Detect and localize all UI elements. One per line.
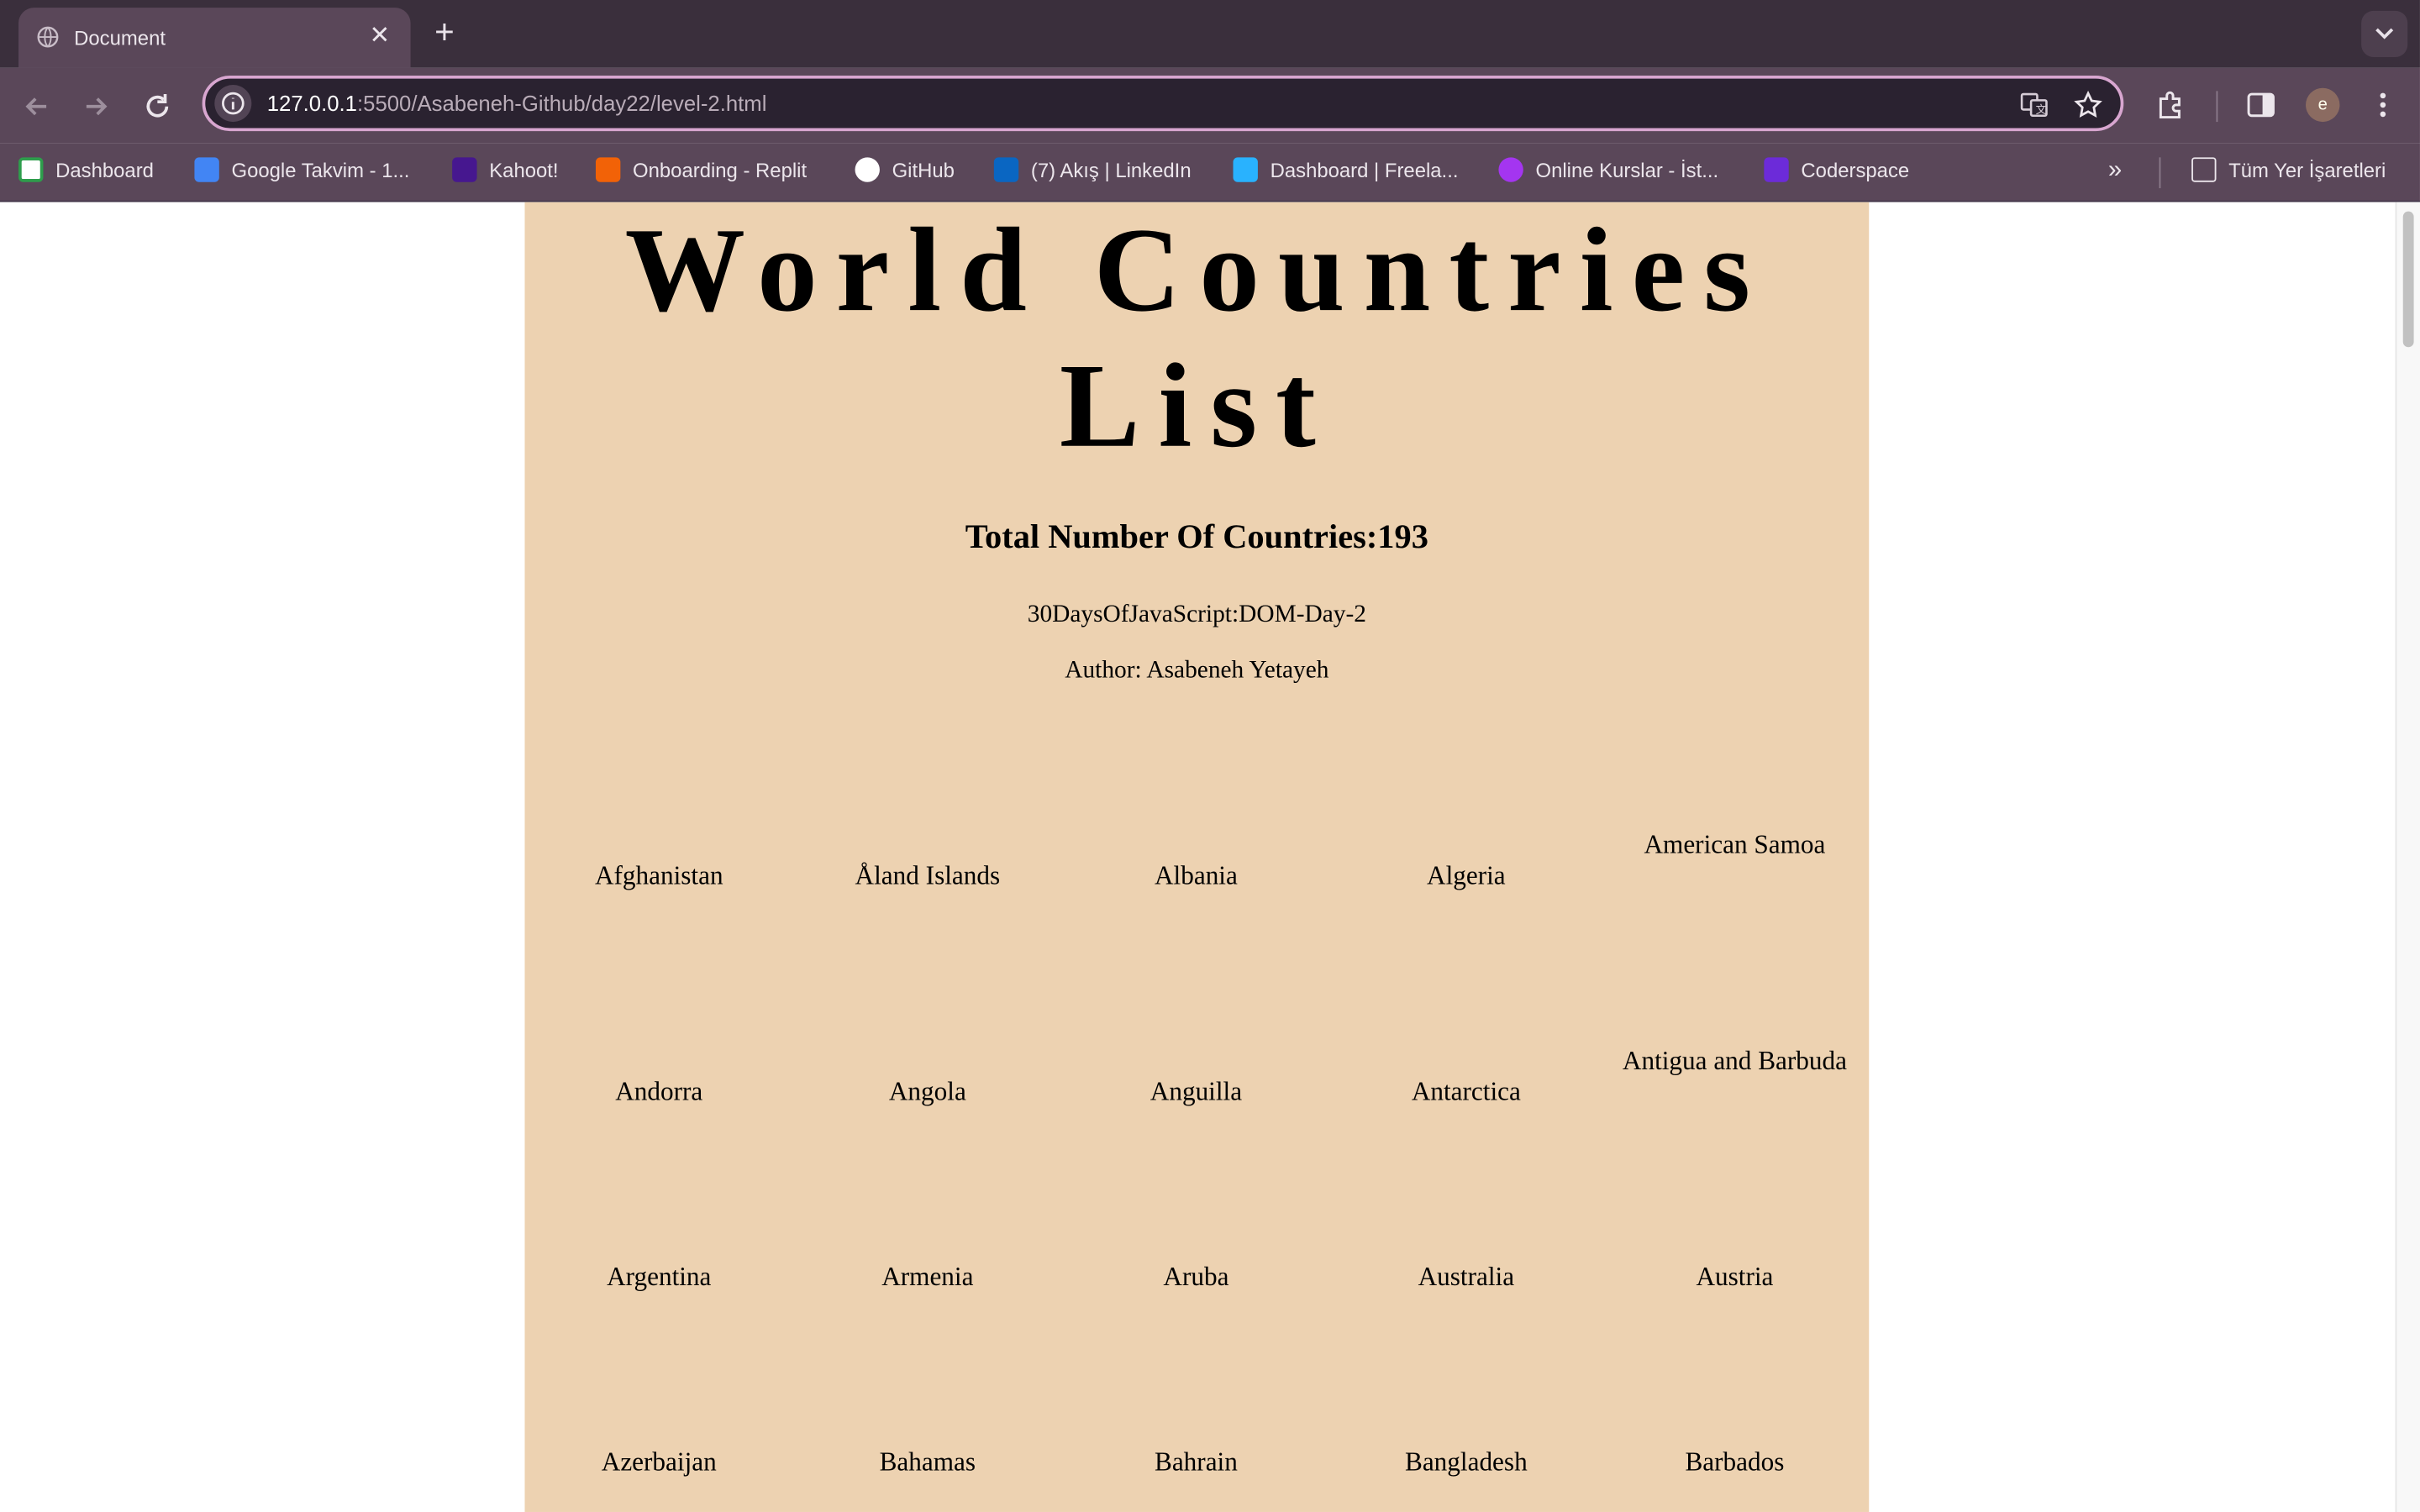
replit-icon xyxy=(595,157,621,182)
bookmark-coderspace[interactable]: Coderspace xyxy=(1764,157,1909,188)
page-title: World Countries List xyxy=(624,202,1770,473)
country-item: Andorra xyxy=(615,1077,703,1106)
new-tab-icon[interactable]: + xyxy=(426,14,463,52)
checkbox-favicon-icon xyxy=(18,157,44,182)
linkedin-icon xyxy=(993,157,1019,182)
bookmark-linkedin[interactable]: (7) Akış | LinkedIn xyxy=(993,157,1192,188)
country-item: Antigua and Barbuda xyxy=(1622,1046,1847,1076)
country-item: Bahamas xyxy=(879,1446,976,1477)
country-item: Armenia xyxy=(881,1262,974,1292)
page-viewport: World Countries List Total Number Of Cou… xyxy=(0,202,2420,1512)
country-item: Australia xyxy=(1418,1262,1515,1292)
country-item: Åland Islands xyxy=(855,860,1001,890)
country-item: Barbados xyxy=(1685,1446,1785,1477)
browser-toolbar: 127.0.0.1:5500/Asabeneh-Github/day22/lev… xyxy=(0,67,2420,144)
vertical-scrollbar[interactable] xyxy=(2395,202,2420,1512)
extensions-icon[interactable] xyxy=(2154,88,2188,122)
country-item: Argentina xyxy=(607,1262,712,1292)
bookmark-google-calendar[interactable]: Google Takvim - 1... xyxy=(194,157,409,188)
author: Author: Asabeneh Yetayeh xyxy=(1065,657,1329,684)
more-bookmarks-icon[interactable]: » xyxy=(2108,157,2122,185)
globe-icon xyxy=(37,26,59,48)
url-text: 127.0.0.1:5500/Asabeneh-Github/day22/lev… xyxy=(266,91,767,116)
country-item: Angola xyxy=(888,1077,966,1106)
udemy-icon xyxy=(1498,157,1523,182)
kahoot-icon xyxy=(452,157,477,182)
country-item: Austria xyxy=(1696,1262,1774,1292)
close-tab-icon[interactable]: ✕ xyxy=(364,22,395,53)
bookmark-star-icon[interactable] xyxy=(2073,90,2104,121)
country-item: Afghanistan xyxy=(594,860,723,890)
forward-icon[interactable] xyxy=(76,87,116,127)
tab-search-button[interactable] xyxy=(2361,10,2408,57)
scrollbar-thumb[interactable] xyxy=(2402,211,2414,348)
translate-icon[interactable]: 文 xyxy=(2018,90,2049,121)
country-item: Azerbaijan xyxy=(601,1446,717,1477)
bookmark-replit[interactable]: Onboarding - Replit xyxy=(595,157,807,188)
menu-kebab-icon[interactable] xyxy=(2366,88,2400,122)
bookmark-github[interactable]: GitHub xyxy=(855,157,955,188)
address-bar[interactable]: 127.0.0.1:5500/Asabeneh-Github/day22/lev… xyxy=(202,75,2124,132)
tab-strip: Document ✕ + xyxy=(0,0,2420,68)
country-item: Anguilla xyxy=(1150,1077,1243,1106)
profile-avatar[interactable]: e xyxy=(2306,87,2340,123)
side-panel-icon[interactable] xyxy=(2244,88,2278,122)
country-item: Algeria xyxy=(1427,860,1506,890)
bookmark-online-courses[interactable]: Online Kurslar - İst... xyxy=(1498,157,1718,188)
country-item: Bahrain xyxy=(1154,1446,1238,1477)
github-icon xyxy=(855,157,880,182)
toolbar-separator xyxy=(2216,91,2218,123)
country-item: Aruba xyxy=(1163,1262,1229,1292)
country-item: Bangladesh xyxy=(1404,1446,1528,1477)
bookmark-kahoot[interactable]: Kahoot! xyxy=(452,157,559,188)
chevron-down-icon xyxy=(2375,28,2394,39)
svg-text:文: 文 xyxy=(2036,104,2047,117)
total-countries-heading: Total Number Of Countries:193 xyxy=(965,517,1428,556)
folder-icon xyxy=(2191,157,2217,182)
subtitle: 30DaysOfJavaScript:DOM-Day-2 xyxy=(1027,601,1366,628)
calendar-icon xyxy=(194,157,219,182)
freelancer-icon xyxy=(1233,157,1258,182)
bookmark-dashboard[interactable]: Dashboard xyxy=(18,157,154,188)
tab-title: Document xyxy=(74,26,166,50)
bookmarks-bar: Dashboard Google Takvim - 1... Kahoot! O… xyxy=(0,143,2420,202)
bookmarks-separator xyxy=(2159,157,2161,189)
country-item: American Samoa xyxy=(1644,830,1826,860)
country-item: Antarctica xyxy=(1411,1077,1521,1106)
tab-document[interactable]: Document ✕ xyxy=(18,8,411,68)
back-icon[interactable] xyxy=(17,87,57,127)
reload-icon[interactable] xyxy=(137,87,177,127)
content-wrapper: World Countries List Total Number Of Cou… xyxy=(524,202,1870,1512)
all-bookmarks-folder[interactable]: Tüm Yer İşaretleri xyxy=(2191,157,2386,188)
site-info-icon[interactable] xyxy=(214,85,252,123)
bookmark-freelancer[interactable]: Dashboard | Freela... xyxy=(1233,157,1458,188)
country-item: Albania xyxy=(1154,860,1238,890)
coderspace-icon xyxy=(1764,157,1789,182)
